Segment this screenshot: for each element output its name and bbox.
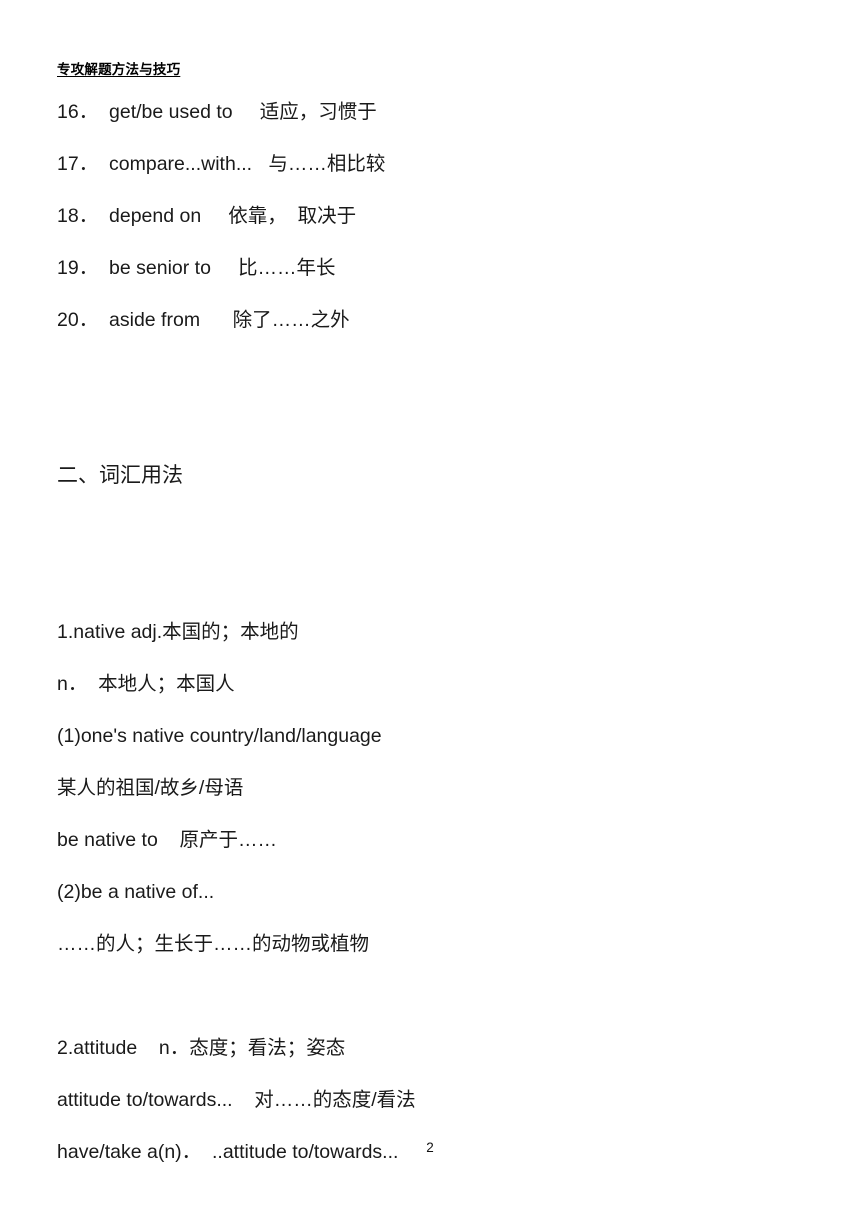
phrase-list-item-19: 19． be senior to 比……年长 [57,257,336,279]
entry-attitude-line-1: 2.attitude n．态度；看法；姿态 [57,1037,346,1059]
entry-attitude-line-2: attitude to/towards... 对……的态度/看法 [57,1089,416,1111]
phrase-list-item-20: 20． aside from 除了……之外 [57,309,350,331]
phrase-list-item-17: 17． compare...with... 与……相比较 [57,153,386,175]
entry-native-line-3: (1)one's native country/land/language [57,725,382,747]
page-number: 2 [426,1140,434,1155]
list-section-spacer [57,346,817,450]
entry-native-line-4: 某人的祖国/故乡/母语 [57,777,244,799]
phrase-list-item-16: 16． get/be used to 适应，习惯于 [57,101,377,123]
entry-native-line-1: 1.native adj.本国的；本地的 [57,621,299,643]
section-heading-two: 二、词汇用法 [57,464,183,487]
entry-native-line-5: be native to 原产于…… [57,829,277,851]
entry-native-line-6: (2)be a native of... [57,881,215,903]
document-body: 16． get/be used to 适应，习惯于 17． compare...… [57,86,817,1178]
document-page: 专攻解题方法与技巧 16． get/be used to 适应，习惯于 17． … [0,0,860,1216]
phrase-list-item-18: 18． depend on 依靠， 取决于 [57,205,357,227]
entry-native-line-2: n． 本地人；本国人 [57,673,235,695]
entry-gap-spacer [57,970,817,1022]
heading-spacer [57,502,817,606]
document-running-header: 专攻解题方法与技巧 [57,62,181,77]
entry-native-line-7: ……的人；生长于……的动物或植物 [57,933,370,955]
